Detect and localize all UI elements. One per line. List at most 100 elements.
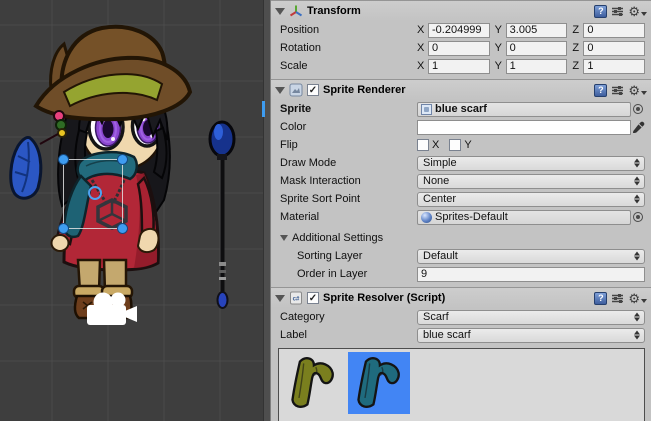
bead-yellow bbox=[58, 129, 66, 137]
axis-z-label: Z bbox=[572, 42, 581, 54]
rotation-z-input[interactable] bbox=[583, 41, 645, 56]
category-dropdown[interactable]: Scarf bbox=[417, 310, 645, 325]
foldout-icon[interactable] bbox=[280, 235, 288, 241]
presets-icon[interactable] bbox=[611, 5, 624, 18]
dropdown-arrows-icon bbox=[634, 177, 640, 186]
prefab-override-marker bbox=[262, 101, 265, 117]
scale-z-input[interactable] bbox=[583, 59, 645, 74]
field-label: Draw Mode bbox=[280, 157, 417, 169]
gear-icon[interactable]: ⚙ bbox=[628, 5, 647, 18]
foldout-icon[interactable] bbox=[275, 295, 285, 302]
axis-x-label: X bbox=[417, 42, 426, 54]
flip-x-label: X bbox=[432, 139, 439, 151]
presets-icon[interactable] bbox=[611, 292, 624, 305]
flip-row: Flip X Y bbox=[271, 136, 651, 154]
rotation-x-input[interactable] bbox=[428, 41, 490, 56]
selection-handle-tl[interactable] bbox=[59, 155, 69, 165]
gear-icon[interactable]: ⚙ bbox=[628, 84, 647, 97]
sprite-selection-grid bbox=[278, 348, 645, 421]
sprite-renderer-component: ✓ Sprite Renderer ? ⚙ Sprite bbox=[271, 79, 651, 287]
thumbnail-blue-scarf-selected[interactable] bbox=[348, 352, 410, 414]
thumbnail-green-scarf[interactable] bbox=[282, 352, 344, 414]
foldout-icon[interactable] bbox=[275, 87, 285, 94]
additional-settings-header[interactable]: Additional Settings bbox=[271, 229, 651, 247]
label-dropdown[interactable]: blue scarf bbox=[417, 328, 645, 343]
gear-icon[interactable]: ⚙ bbox=[628, 292, 647, 305]
eyedropper-icon[interactable] bbox=[632, 121, 645, 134]
material-object-name: Sprites-Default bbox=[435, 211, 508, 223]
help-icon[interactable]: ? bbox=[594, 84, 607, 97]
help-icon[interactable]: ? bbox=[594, 5, 607, 18]
rotation-y-input[interactable] bbox=[506, 41, 568, 56]
help-icon[interactable]: ? bbox=[594, 292, 607, 305]
sorting-layer-dropdown[interactable]: Default bbox=[417, 249, 645, 264]
dropdown-arrows-icon bbox=[634, 313, 640, 322]
field-label: Label bbox=[280, 329, 417, 341]
presets-icon[interactable] bbox=[611, 84, 624, 97]
material-sphere-icon bbox=[421, 212, 432, 223]
label-row: Label blue scarf bbox=[271, 326, 651, 344]
field-label: Color bbox=[280, 121, 417, 133]
component-title: Sprite Renderer bbox=[323, 84, 406, 96]
dropdown-arrows-icon bbox=[634, 195, 640, 204]
hand-right bbox=[138, 229, 158, 252]
flip-y-checkbox[interactable] bbox=[449, 139, 461, 151]
position-x-input[interactable] bbox=[428, 23, 490, 38]
feather bbox=[11, 137, 41, 198]
blue-scarf-icon bbox=[351, 355, 407, 411]
axis-z-label: Z bbox=[572, 60, 581, 72]
enabled-checkbox[interactable]: ✓ bbox=[307, 292, 319, 304]
position-y-input[interactable] bbox=[506, 23, 568, 38]
sprite-renderer-header[interactable]: ✓ Sprite Renderer ? ⚙ bbox=[271, 80, 651, 100]
field-label: Material bbox=[280, 211, 417, 223]
svg-text:c#: c# bbox=[293, 297, 300, 303]
sprite-object-field[interactable]: blue scarf bbox=[417, 102, 631, 117]
mask-interaction-dropdown[interactable]: None bbox=[417, 174, 645, 189]
color-swatch[interactable] bbox=[417, 120, 631, 135]
panel-splitter[interactable] bbox=[263, 0, 271, 421]
component-title: Transform bbox=[307, 5, 361, 17]
sprite-object-name: blue scarf bbox=[435, 103, 487, 115]
selection-handle-bl[interactable] bbox=[59, 224, 69, 234]
selection-handle-br[interactable] bbox=[118, 224, 128, 234]
flip-x-checkbox[interactable] bbox=[417, 139, 429, 151]
position-row: Position X Y Z bbox=[271, 21, 651, 39]
scale-row: Scale X Y Z bbox=[271, 57, 651, 75]
category-value: Scarf bbox=[423, 311, 449, 323]
sprite-resolver-header[interactable]: c# ✓ Sprite Resolver (Script) ? ⚙ bbox=[271, 288, 651, 308]
scale-x-input[interactable] bbox=[428, 59, 490, 74]
position-z-input[interactable] bbox=[583, 23, 645, 38]
character-sprite[interactable] bbox=[11, 27, 190, 318]
selection-handle-tr[interactable] bbox=[118, 155, 128, 165]
draw-mode-dropdown[interactable]: Simple bbox=[417, 156, 645, 171]
field-label: Rotation bbox=[280, 42, 417, 54]
scene-canvas bbox=[0, 0, 263, 421]
field-label: Position bbox=[280, 24, 417, 36]
dropdown-arrows-icon bbox=[634, 159, 640, 168]
dropdown-arrows-icon bbox=[634, 252, 640, 261]
csharp-script-icon: c# bbox=[289, 291, 303, 305]
green-scarf-icon bbox=[285, 355, 341, 411]
sprite-renderer-icon bbox=[289, 83, 303, 97]
scale-y-input[interactable] bbox=[506, 59, 568, 74]
staff-sprite[interactable] bbox=[210, 122, 234, 308]
order-in-layer-input[interactable] bbox=[417, 267, 645, 282]
sprite-sort-point-dropdown[interactable]: Center bbox=[417, 192, 645, 207]
foldout-icon[interactable] bbox=[275, 8, 285, 15]
object-picker-icon[interactable] bbox=[633, 104, 643, 114]
field-label: Category bbox=[280, 311, 417, 323]
hand-left bbox=[52, 235, 69, 251]
object-picker-icon[interactable] bbox=[633, 212, 643, 222]
color-row: Color bbox=[271, 118, 651, 136]
enabled-checkbox[interactable]: ✓ bbox=[307, 84, 319, 96]
field-label: Sprite bbox=[280, 103, 417, 115]
mask-interaction-value: None bbox=[423, 175, 449, 187]
material-object-field[interactable]: Sprites-Default bbox=[417, 210, 631, 225]
scene-view[interactable] bbox=[0, 0, 263, 421]
flip-y-label: Y bbox=[464, 139, 471, 151]
transform-header[interactable]: Transform ? ⚙ bbox=[271, 1, 651, 21]
dropdown-arrows-icon bbox=[634, 331, 640, 340]
field-label: Flip bbox=[280, 139, 417, 151]
axis-z-label: Z bbox=[572, 24, 581, 36]
label-value: blue scarf bbox=[423, 329, 471, 341]
